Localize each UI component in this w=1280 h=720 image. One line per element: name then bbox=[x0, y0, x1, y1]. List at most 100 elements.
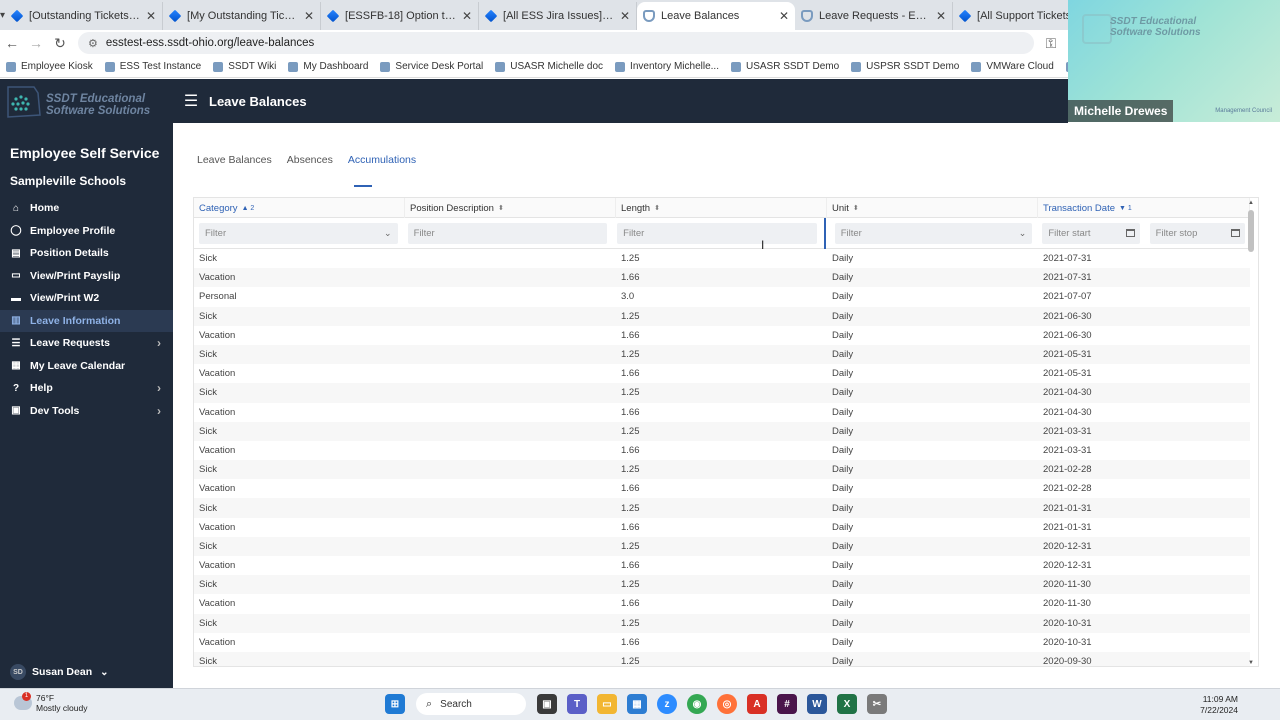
table-row[interactable]: Vacation 1.66 Daily 2021-02-28 bbox=[194, 479, 1250, 498]
calendar-icon[interactable] bbox=[1231, 229, 1240, 237]
calendar-icon[interactable] bbox=[1125, 229, 1135, 237]
tab-absences[interactable]: Absences bbox=[287, 154, 333, 172]
bookmark-item[interactable]: VMWare Cloud bbox=[971, 61, 1054, 72]
table-row[interactable]: Vacation 1.66 Daily 2021-01-31 bbox=[194, 518, 1250, 537]
sidebar-item-leave-information[interactable]: ▥ Leave Information bbox=[0, 309, 173, 332]
browser-tab[interactable]: [ESSFB-18] Option to NOT displ ✕ bbox=[321, 2, 480, 30]
weather-widget[interactable]: 1 76°F Mostly cloudy bbox=[14, 692, 88, 713]
sidebar-item-home[interactable]: ⌂ Home bbox=[0, 197, 173, 220]
unit-filter[interactable]: Filter ⌄ bbox=[834, 222, 1033, 244]
sidebar-item-my-leave-calendar[interactable]: ▦ My Leave Calendar bbox=[0, 355, 173, 378]
bookmark-item[interactable]: Inventory Michelle... bbox=[615, 61, 719, 72]
back-arrow-icon[interactable]: ← bbox=[0, 35, 24, 51]
bookmark-item[interactable]: USASR SSDT Demo bbox=[730, 61, 839, 72]
table-row[interactable]: Sick 1.25 Daily 2021-04-30 bbox=[194, 383, 1250, 403]
snipping-tool-icon[interactable]: ✂ bbox=[867, 694, 887, 714]
bookmark-item[interactable]: USASR Michelle doc bbox=[495, 61, 603, 72]
position-filter[interactable]: Filter bbox=[407, 222, 608, 244]
scroll-up-icon[interactable]: ▲ bbox=[1248, 200, 1254, 206]
table-row[interactable]: Sick 1.25 Daily 2020-10-31 bbox=[194, 613, 1250, 633]
task-view-icon[interactable]: ▣ bbox=[537, 694, 557, 714]
table-row[interactable]: Vacation 1.66 Daily 2021-05-31 bbox=[194, 364, 1250, 383]
tab-accumulations[interactable]: Accumulations bbox=[348, 154, 416, 172]
user-menu[interactable]: SD Susan Dean ⌄ bbox=[10, 664, 109, 680]
browser-tab[interactable]: [Outstanding Tickets] Issue navi ✕ bbox=[5, 2, 164, 30]
column-header-category[interactable]: Category ▲ 2 bbox=[194, 198, 405, 218]
date-stop-filter[interactable]: Filter stop bbox=[1149, 222, 1245, 244]
column-header-position-description[interactable]: Position Description ⬍ bbox=[405, 198, 616, 218]
store-icon[interactable]: ▦ bbox=[627, 694, 647, 714]
excel-icon[interactable]: X bbox=[837, 694, 857, 714]
tab-leave-balances[interactable]: Leave Balances bbox=[197, 154, 272, 172]
column-header-length[interactable]: Length ⬍ bbox=[616, 198, 827, 218]
table-row[interactable]: Sick 1.25 Daily 2021-05-31 bbox=[194, 344, 1250, 365]
category-filter[interactable]: Filter ⌄ bbox=[199, 222, 398, 244]
table-row[interactable]: Sick 1.25 Daily 2021-02-28 bbox=[194, 460, 1250, 480]
bookmark-item[interactable]: Employee Kiosk bbox=[6, 61, 93, 72]
sidebar-item-leave-requests[interactable]: ☰ Leave Requests › bbox=[0, 332, 173, 355]
table-row[interactable]: Sick 1.25 Daily 2020-12-31 bbox=[194, 536, 1250, 556]
table-row[interactable]: Sick 1.25 Daily 2020-11-30 bbox=[194, 575, 1250, 595]
table-row[interactable]: Vacation 1.66 Daily 2020-10-31 bbox=[194, 633, 1250, 652]
site-info-icon[interactable]: ⚙ bbox=[88, 37, 98, 50]
table-row[interactable]: Sick 1.25 Daily 2021-01-31 bbox=[194, 498, 1250, 518]
browser-tab[interactable]: [My Outstanding Tickets] Issue ✕ bbox=[163, 2, 322, 30]
browser-tab[interactable]: Leave Balances ✕ bbox=[637, 2, 796, 30]
taskbar-search[interactable]: ⌕ Search bbox=[416, 693, 526, 715]
close-tab-icon[interactable]: ✕ bbox=[936, 9, 946, 23]
hamburger-menu-icon[interactable]: ☰ bbox=[173, 91, 209, 111]
system-clock[interactable]: 11:09 AM 7/22/2024 bbox=[1200, 694, 1238, 716]
table-row[interactable]: Sick 1.25 Daily 2021-06-30 bbox=[194, 306, 1250, 326]
close-tab-icon[interactable]: ✕ bbox=[620, 9, 630, 23]
acrobat-icon[interactable]: A bbox=[747, 694, 767, 714]
sidebar-item-help[interactable]: ? Help › bbox=[0, 377, 173, 400]
column-header-transaction-date[interactable]: Transaction Date ▼ 1 bbox=[1038, 198, 1250, 218]
password-key-icon[interactable]: ⚿ bbox=[1034, 35, 1068, 52]
table-row[interactable]: Vacation 1.66 Daily 2020-12-31 bbox=[194, 556, 1250, 575]
bookmark-item[interactable]: My Dashboard bbox=[288, 61, 368, 72]
table-row[interactable]: Vacation 1.66 Daily 2021-06-30 bbox=[194, 326, 1250, 345]
table-row[interactable]: Vacation 1.66 Daily 2020-11-30 bbox=[194, 594, 1250, 613]
bookmark-item[interactable]: USPSR SSDT Demo bbox=[851, 61, 959, 72]
sidebar-item-position-details[interactable]: ▤ Position Details bbox=[0, 242, 173, 265]
scroll-down-icon[interactable]: ▼ bbox=[1248, 660, 1254, 666]
forward-arrow-icon[interactable]: → bbox=[24, 35, 48, 51]
cell-unit: Daily bbox=[832, 329, 854, 341]
sidebar-item-view-print-payslip[interactable]: ▭ View/Print Payslip bbox=[0, 265, 173, 288]
close-tab-icon[interactable]: ✕ bbox=[304, 9, 314, 23]
browser-tab[interactable]: Leave Requests - Employee Sel ✕ bbox=[795, 2, 954, 30]
browser-tab[interactable]: [All ESS Jira Issues] Issue navig ✕ bbox=[479, 2, 638, 30]
sidebar-item-view-print-w2[interactable]: ▬ View/Print W2 bbox=[0, 287, 173, 310]
table-row[interactable]: Sick 1.25 Daily 2020-09-30 bbox=[194, 651, 1250, 666]
table-row[interactable]: Personal 3.0 Daily 2021-07-07 bbox=[194, 287, 1250, 306]
teams-icon[interactable]: T bbox=[567, 694, 587, 714]
file-explorer-icon[interactable]: ▭ bbox=[597, 694, 617, 714]
chrome-icon[interactable]: ◉ bbox=[687, 694, 707, 714]
table-row[interactable]: Sick 1.25 Daily 2021-07-31 bbox=[194, 249, 1250, 268]
table-row[interactable]: Sick 1.25 Daily 2021-03-31 bbox=[194, 421, 1250, 441]
date-start-filter[interactable]: Filter start bbox=[1042, 222, 1140, 244]
column-resize-handle[interactable] bbox=[824, 218, 826, 249]
word-icon[interactable]: W bbox=[807, 694, 827, 714]
zoom-icon[interactable]: z bbox=[657, 694, 677, 714]
close-tab-icon[interactable]: ✕ bbox=[146, 9, 156, 23]
close-tab-icon[interactable]: ✕ bbox=[462, 9, 472, 23]
close-tab-icon[interactable]: ✕ bbox=[779, 9, 789, 23]
length-filter[interactable]: Filter bbox=[617, 222, 817, 244]
bookmark-item[interactable]: SSDT Wiki bbox=[213, 61, 276, 72]
table-row[interactable]: Vacation 1.66 Daily 2021-04-30 bbox=[194, 403, 1250, 422]
slack-icon[interactable]: # bbox=[777, 694, 797, 714]
bookmark-item[interactable]: Service Desk Portal bbox=[380, 61, 483, 72]
url-field[interactable]: ⚙ esstest-ess.ssdt-ohio.org/leave-balanc… bbox=[78, 32, 1034, 54]
windows-start-icon[interactable]: ⊞ bbox=[385, 694, 405, 714]
scrollbar-thumb[interactable] bbox=[1248, 210, 1254, 252]
grid-scrollbar[interactable]: ▲ ▼ bbox=[1248, 198, 1256, 666]
column-header-unit[interactable]: Unit ⬍ bbox=[827, 198, 1038, 218]
table-row[interactable]: Vacation 1.66 Daily 2021-07-31 bbox=[194, 268, 1250, 288]
firefox-icon[interactable]: ◎ bbox=[717, 694, 737, 714]
sidebar-item-employee-profile[interactable]: ◯ Employee Profile bbox=[0, 220, 173, 243]
reload-icon[interactable]: ↻ bbox=[48, 35, 72, 52]
sidebar-item-dev-tools[interactable]: ▣ Dev Tools › bbox=[0, 400, 173, 423]
bookmark-item[interactable]: ESS Test Instance bbox=[104, 61, 201, 72]
table-row[interactable]: Vacation 1.66 Daily 2021-03-31 bbox=[194, 441, 1250, 460]
